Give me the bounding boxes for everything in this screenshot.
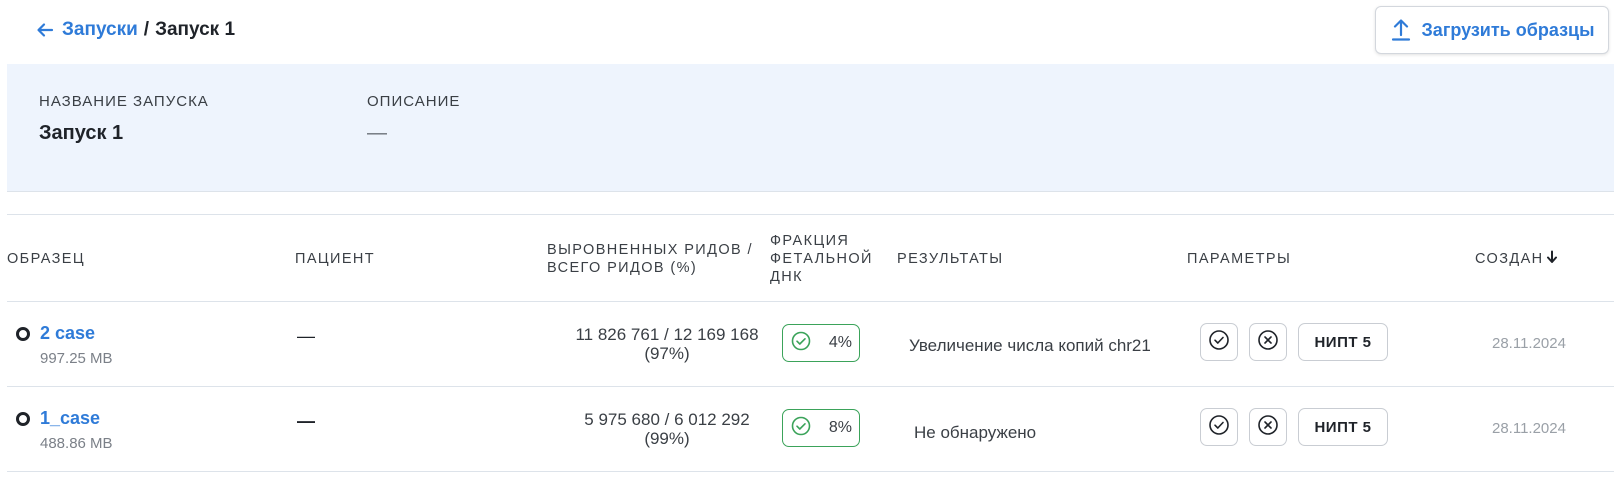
sample-size: 488.86 MB [40,435,113,452]
created-date: 28.11.2024 [1492,420,1566,437]
check-circle-icon [1208,414,1230,441]
header-fetal-fraction[interactable]: ФРАКЦИЯ ФЕТАЛЬНОЙ ДНК [770,232,873,286]
samples-table: ОБРАЗЕЦ ПАЦИЕНТ ВЫРОВНЕННЫХ РИДОВ / ВСЕГ… [7,214,1614,472]
patient-value: — [297,411,315,431]
upload-samples-button[interactable]: Загрузить образцы [1375,6,1609,54]
x-circle-icon [1257,414,1279,441]
description-label: ОПИСАНИЕ [367,93,461,110]
header-results[interactable]: РЕЗУЛЬТАТЫ [897,250,1004,268]
check-circle-icon [1208,329,1230,356]
approve-button[interactable] [1200,408,1238,446]
header-reads-line1: ВЫРОВНЕННЫХ РИДОВ / [547,242,753,258]
status-indicator [16,412,30,426]
table-header: ОБРАЗЕЦ ПАЦИЕНТ ВЫРОВНЕННЫХ РИДОВ / ВСЕГ… [7,214,1614,302]
header-created[interactable]: СОЗДАН [1475,250,1558,268]
breadcrumb-current: Запуск 1 [155,19,236,40]
reject-button[interactable] [1249,408,1287,446]
created-date: 28.11.2024 [1492,335,1566,352]
header-reads[interactable]: ВЫРОВНЕННЫХ РИДОВ / ВСЕГО РИДОВ (%) [547,241,753,277]
result-text: Не обнаружено [914,423,1037,442]
upload-samples-label: Загрузить образцы [1421,19,1595,40]
run-name-label: НАЗВАНИЕ ЗАПУСКА [39,93,209,110]
fetal-fraction-badge: 8% [782,409,860,447]
header-fraction-line2: ФЕТАЛЬНОЙ [770,251,873,267]
sort-arrow-down-icon[interactable] [1546,250,1558,264]
header-sample[interactable]: ОБРАЗЕЦ [7,250,85,268]
status-indicator [16,327,30,341]
breadcrumb-separator: / [143,19,150,40]
breadcrumb: Запуски / Запуск 1 [36,19,235,41]
header-created-label: СОЗДАН [1475,251,1544,267]
sample-name-link[interactable]: 2 case [40,323,95,344]
header-reads-line2: ВСЕГО РИДОВ (%) [547,260,698,276]
table-row[interactable]: 1_case 488.86 MB — 5 975 680 / 6 012 292… [7,387,1614,472]
fetal-fraction-value: 8% [828,419,852,436]
patient-value: — [297,326,315,346]
approve-button[interactable] [1200,323,1238,361]
run-name-value: Запуск 1 [39,122,124,144]
fetal-fraction-badge: 4% [782,324,860,362]
reject-button[interactable] [1249,323,1287,361]
reads-ratio: 5 975 680 / 6 012 292 [584,410,750,429]
arrow-left-icon[interactable] [36,21,54,39]
breadcrumb-runs-link[interactable]: Запуски [62,19,138,41]
x-circle-icon [1257,329,1279,356]
reads-value: 11 826 761 / 12 169 168 (97%) [547,325,787,363]
top-bar: Запуски / Запуск 1 Загрузить образцы [0,0,1614,64]
reads-percent: (97%) [644,344,690,363]
check-circle-icon [791,331,811,356]
header-params[interactable]: ПАРАМЕТРЫ [1187,250,1291,268]
description-value: — [367,122,387,144]
reads-value: 5 975 680 / 6 012 292 (99%) [547,410,787,448]
params-nipt-button[interactable]: НИПТ 5 [1298,323,1388,361]
run-info-panel: НАЗВАНИЕ ЗАПУСКА Запуск 1 ОПИСАНИЕ — [7,64,1614,192]
reads-percent: (99%) [644,429,690,448]
upload-icon [1390,18,1412,42]
check-circle-icon [791,416,811,441]
fetal-fraction-value: 4% [828,334,852,351]
table-row[interactable]: 2 case 997.25 MB — 11 826 761 / 12 169 1… [7,302,1614,387]
sample-name-link[interactable]: 1_case [40,408,100,429]
sample-size: 997.25 MB [40,350,113,367]
header-fraction-line3: ДНК [770,269,803,285]
result-text: Увеличение числа копий chr21 [909,336,1151,355]
params-nipt-button[interactable]: НИПТ 5 [1298,408,1388,446]
header-patient[interactable]: ПАЦИЕНТ [295,250,375,268]
header-fraction-line1: ФРАКЦИЯ [770,233,850,249]
reads-ratio: 11 826 761 / 12 169 168 [575,325,759,344]
